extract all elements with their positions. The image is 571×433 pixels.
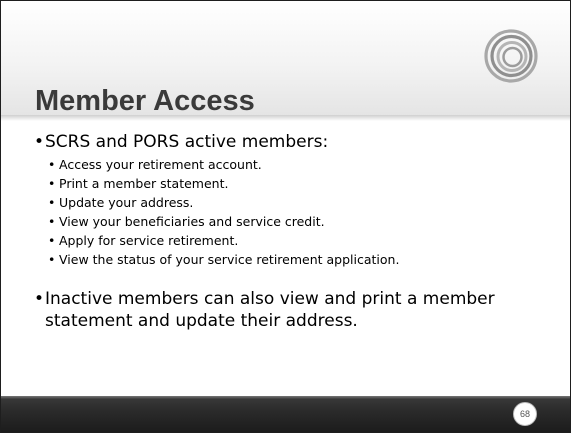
bullet-dot: • bbox=[48, 252, 56, 267]
footer-top-line bbox=[1, 396, 570, 399]
bullet-active-members: • SCRS and PORS active members: bbox=[34, 131, 554, 153]
sub-bullet-view-status: • View the status of your service retire… bbox=[34, 250, 554, 269]
bullet-dot: • bbox=[48, 214, 56, 229]
slide-title: Member Access bbox=[35, 85, 255, 117]
sub-bullet-update-address: • Update your address. bbox=[34, 193, 554, 212]
bullet-dot: • bbox=[48, 233, 56, 248]
sub-bullet-list: • Access your retirement account. • Prin… bbox=[34, 155, 554, 269]
bullet-dot: • bbox=[48, 195, 56, 210]
bullet-spacer bbox=[34, 269, 554, 288]
sub-bullet-text: Apply for service retirement. bbox=[59, 233, 239, 248]
page-number-badge: 68 bbox=[513, 402, 537, 426]
bullet-text: Inactive members can also view and print… bbox=[45, 289, 495, 331]
concentric-rings-icon bbox=[484, 29, 538, 83]
slide-content: • SCRS and PORS active members: • Access… bbox=[34, 131, 554, 332]
bullet-dot: • bbox=[34, 132, 45, 152]
slide: Member Access • SCRS and PORS active mem… bbox=[0, 0, 571, 433]
sub-bullet-text: Update your address. bbox=[59, 195, 194, 210]
bullet-dot: • bbox=[48, 176, 56, 191]
sub-bullet-text: Access your retirement account. bbox=[59, 157, 262, 172]
sub-bullet-text: Print a member statement. bbox=[59, 176, 229, 191]
sub-bullet-print-statement: • Print a member statement. bbox=[34, 174, 554, 193]
bullet-dot: • bbox=[34, 289, 45, 309]
sub-bullet-view-beneficiaries: • View your beneficiaries and service cr… bbox=[34, 212, 554, 231]
bullet-text: SCRS and PORS active members: bbox=[45, 132, 329, 152]
bullet-dot: • bbox=[48, 157, 56, 172]
footer-bar: 68 bbox=[1, 396, 570, 432]
sub-bullet-access-account: • Access your retirement account. bbox=[34, 155, 554, 174]
bullet-inactive-members: • Inactive members can also view and pri… bbox=[34, 288, 554, 332]
sub-bullet-text: View your beneficiaries and service cred… bbox=[59, 214, 325, 229]
sub-bullet-apply-retirement: • Apply for service retirement. bbox=[34, 231, 554, 250]
sub-bullet-text: View the status of your service retireme… bbox=[59, 252, 400, 267]
